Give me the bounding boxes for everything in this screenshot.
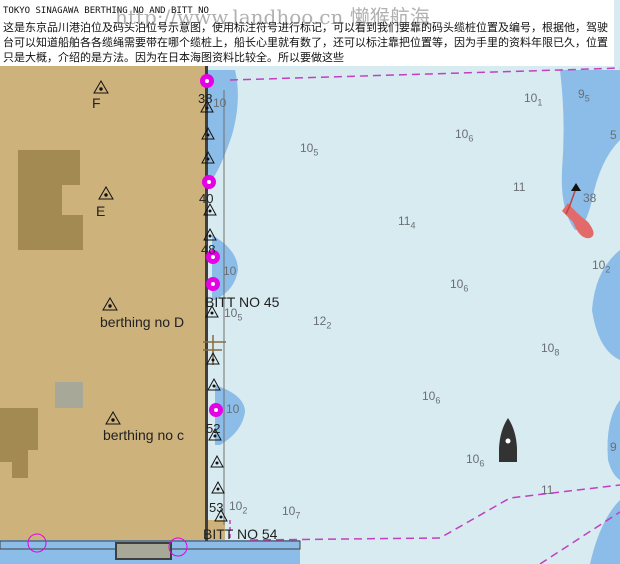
depth-sounding: 5 bbox=[610, 128, 617, 142]
berth-label-f: F bbox=[92, 95, 101, 111]
depth-sounding: 106 bbox=[422, 389, 441, 406]
bitt-number-52: 52 bbox=[206, 421, 221, 436]
watermark: http://www.landhoo.cn 懒猴航海 bbox=[115, 5, 430, 29]
depth-sounding: 11 bbox=[541, 483, 554, 497]
depth-sounding: 108 bbox=[541, 341, 560, 358]
pontoon bbox=[115, 542, 172, 560]
depth-sounding: 102 bbox=[592, 258, 611, 275]
depth-sounding: 122 bbox=[313, 314, 332, 331]
depth-sounding: 101 bbox=[524, 91, 543, 108]
depth-sounding: 9 bbox=[610, 440, 617, 454]
depth-sounding: 10 bbox=[213, 96, 227, 110]
bitt-number-38: 38 bbox=[198, 91, 213, 106]
berth-label-d: berthing no D bbox=[100, 314, 185, 330]
bitt-number-40: 40 bbox=[199, 191, 214, 206]
depth-sounding: 10 bbox=[226, 402, 240, 416]
depth-sounding: 114 bbox=[398, 214, 416, 231]
berth-label-c: berthing no c bbox=[103, 427, 184, 443]
nautical-chart bbox=[0, 0, 620, 564]
depth-sounding: 106 bbox=[450, 277, 469, 294]
depth-sounding: 105 bbox=[300, 141, 319, 158]
depth-sounding: 106 bbox=[455, 127, 474, 144]
depth-sounding: 95 bbox=[578, 87, 590, 104]
bitt-number-53: 53 bbox=[209, 500, 224, 515]
bitt-label-54: BITT NO 54 bbox=[203, 526, 278, 542]
berth-label-e: E bbox=[96, 203, 106, 219]
bitt-number-48: 48 bbox=[201, 242, 216, 257]
depth-sounding: 38 bbox=[583, 191, 597, 205]
depth-sounding: 105 bbox=[224, 306, 243, 323]
depth-sounding: 107 bbox=[282, 504, 301, 521]
depth-sounding: 102 bbox=[229, 499, 248, 516]
depth-sounding: 106 bbox=[466, 452, 485, 469]
depth-sounding: 10 bbox=[223, 264, 237, 278]
depth-sounding: 11 bbox=[513, 180, 526, 194]
building-gray bbox=[55, 382, 83, 408]
